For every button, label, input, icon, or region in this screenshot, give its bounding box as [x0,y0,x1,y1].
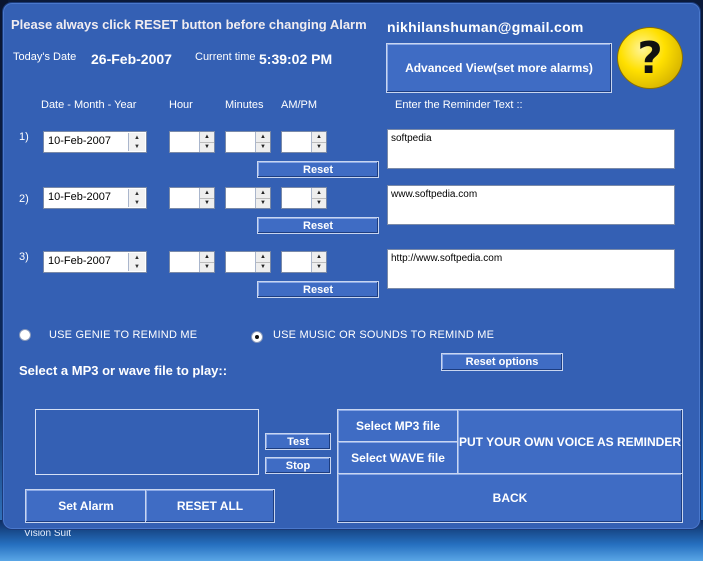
spin-arrows-icon[interactable]: ▲ ▼ [255,252,270,272]
spin-arrows-icon[interactable]: ▲ ▼ [311,188,326,208]
reminder-column-header: Enter the Reminder Text :: [395,99,523,111]
genie-radio-label: USE GENIE TO REMIND ME [49,329,198,341]
spin-arrows-icon[interactable]: ▲ ▼ [311,132,326,152]
alarm-1-ampm-spinner[interactable]: ▲ ▼ [281,131,327,153]
spin-arrows-icon[interactable]: ▲ ▼ [255,132,270,152]
own-voice-button[interactable]: PUT YOUR OWN VOICE AS REMINDER [457,409,683,475]
today-date-value: 26-Feb-2007 [91,51,172,67]
spin-arrows-icon[interactable]: ▲ ▼ [255,188,270,208]
alarm-3-reset-button[interactable]: Reset [257,281,379,298]
alarm-2-date-value: 10-Feb-2007 [48,191,111,203]
hour-column-header: Hour [169,99,193,111]
alarm-3-number: 3) [19,251,29,263]
main-window: Please always click RESET button before … [2,2,701,530]
date-column-header: Date - Month - Year [41,99,137,111]
select-file-label: Select a MP3 or wave file to play:: [19,363,228,378]
selected-file-box[interactable] [35,409,259,475]
select-mp3-button[interactable]: Select MP3 file [337,409,459,443]
alarm-1-date-value: 10-Feb-2007 [48,135,111,147]
date-spin-icon[interactable]: ▲ ▼ [128,189,145,207]
alarm-2-ampm-spinner[interactable]: ▲ ▼ [281,187,327,209]
select-wave-button[interactable]: Select WAVE file [337,441,459,475]
today-date-label: Today's Date [13,51,77,63]
alarm-3-ampm-spinner[interactable]: ▲ ▼ [281,251,327,273]
alarm-2-number: 2) [19,193,29,205]
reset-warning: Please always click RESET button before … [11,17,367,32]
test-button[interactable]: Test [265,433,331,450]
alarm-2-minutes-spinner[interactable]: ▲ ▼ [225,187,271,209]
alarm-1-reset-button[interactable]: Reset [257,161,379,178]
date-spin-icon[interactable]: ▲ ▼ [128,133,145,151]
alarm-3-minutes-spinner[interactable]: ▲ ▼ [225,251,271,273]
alarm-3-reminder-text[interactable]: http://www.softpedia.com [387,249,675,289]
back-button[interactable]: BACK [337,473,683,523]
spin-arrows-icon[interactable]: ▲ ▼ [199,188,214,208]
current-time-label: Current time [195,51,256,63]
spin-arrows-icon[interactable]: ▲ ▼ [199,132,214,152]
spin-arrows-icon[interactable]: ▲ ▼ [311,252,326,272]
alarm-3-hour-spinner[interactable]: ▲ ▼ [169,251,215,273]
stop-button[interactable]: Stop [265,457,331,474]
alarm-3-date-picker[interactable]: 10-Feb-2007 ▲ ▼ [43,251,147,273]
alarm-2-date-picker[interactable]: 10-Feb-2007 ▲ ▼ [43,187,147,209]
set-alarm-button[interactable]: Set Alarm [25,489,147,523]
author-email: nikhilanshuman@gmail.com [387,19,584,35]
advanced-view-button[interactable]: Advanced View(set more alarms) [386,43,612,93]
alarm-3-date-value: 10-Feb-2007 [48,255,111,267]
alarm-2-reset-button[interactable]: Reset [257,217,379,234]
alarm-1-date-picker[interactable]: 10-Feb-2007 ▲ ▼ [43,131,147,153]
spin-arrows-icon[interactable]: ▲ ▼ [199,252,214,272]
alarm-2-reminder-text[interactable]: www.softpedia.com [387,185,675,225]
alarm-1-number: 1) [19,131,29,143]
alarm-1-hour-spinner[interactable]: ▲ ▼ [169,131,215,153]
ampm-column-header: AM/PM [281,99,318,111]
music-radio[interactable] [251,331,263,343]
alarm-2-hour-spinner[interactable]: ▲ ▼ [169,187,215,209]
current-time-value: 5:39:02 PM [259,51,333,67]
music-radio-label: USE MUSIC OR SOUNDS TO REMIND ME [273,329,495,341]
genie-radio[interactable] [19,329,31,341]
alarm-1-minutes-spinner[interactable]: ▲ ▼ [225,131,271,153]
alarm-1-reminder-text[interactable]: softpedia [387,129,675,169]
reset-all-button[interactable]: RESET ALL [145,489,275,523]
minutes-column-header: Minutes [225,99,264,111]
date-spin-icon[interactable]: ▲ ▼ [128,253,145,271]
help-icon[interactable]: ? [617,27,683,89]
reset-options-button[interactable]: Reset options [441,353,563,371]
